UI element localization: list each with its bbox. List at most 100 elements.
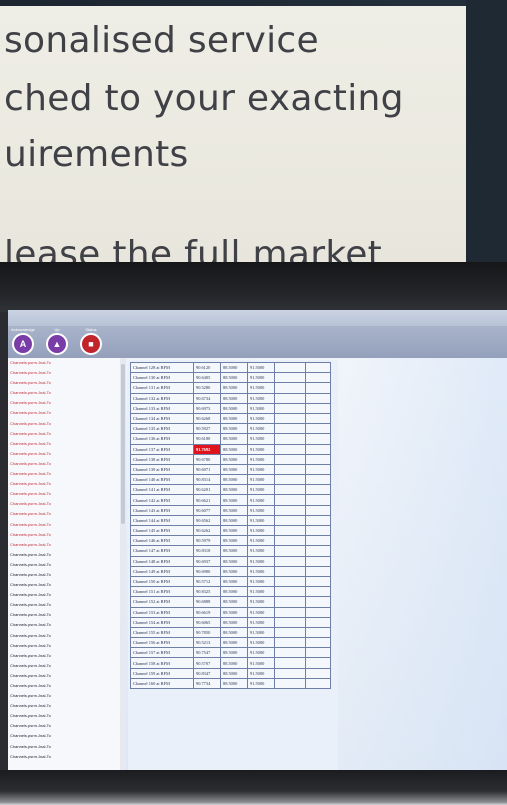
table-cell (305, 657, 331, 669)
sidebar-item[interactable]: Channels.psrm.Jnal-To (8, 620, 120, 630)
sidebar-item[interactable]: Channels.psrm.Jnal-To (8, 580, 120, 590)
table-row[interactable]: Channel 135 at RFM 90.5927 88.5000 91.5000 (130, 423, 331, 435)
table-row[interactable]: Channel 139 at RFM 90.6971 88.5000 91.5000 (130, 463, 331, 476)
table-cell: 90.8325 (193, 586, 221, 598)
table-row[interactable]: Channel 158 at RFM 90.5707 88.5000 91.5000 (130, 657, 331, 669)
channel-list-sidebar[interactable]: Channels.psrm.Jnal-To Channels.psrm.Jnal-… (8, 358, 121, 772)
sidebar-item[interactable]: Channels.psrm.Jnal-To (8, 449, 120, 459)
sidebar-item[interactable]: Channels.psrm.Jnal-To (8, 429, 120, 439)
table-row[interactable]: Channel 131 at RFM 90.5280 88.5000 91.5000 (130, 382, 331, 394)
table-row[interactable]: Channel 136 at RFM 90.6180 88.5000 91.5000 (130, 433, 331, 445)
table-cell (274, 596, 306, 608)
sidebar-item[interactable]: Channels.psrm.Jnal-To (8, 641, 120, 651)
status-button[interactable]: Status ■ (76, 327, 106, 357)
sidebar-item[interactable]: Channels.psrm.Jnal-To (8, 368, 120, 378)
table-row[interactable]: Channel 133 at RFM 90.6973 88.5000 91.5000 (130, 402, 331, 414)
sidebar-item[interactable]: Channels.psrm.Jnal-To (8, 378, 120, 388)
table-cell: 90.6262 (193, 524, 221, 537)
sidebar-item[interactable]: Channels.psrm.Jnal-To (8, 530, 120, 540)
table-cell: 91.5000 (247, 555, 275, 567)
sidebar-item[interactable]: Channels.psrm.Jnal-To (8, 408, 120, 418)
table-cell: 88.5000 (220, 402, 248, 414)
table-cell: 88.5000 (220, 616, 248, 628)
sidebar-item[interactable]: Channels.psrm.Jnal-To (8, 469, 120, 479)
table-row[interactable]: Channel 144 at RFM 90.6562 88.5000 91.5000 (130, 514, 331, 527)
sidebar-item[interactable]: Channels.psrm.Jnal-To (8, 459, 120, 469)
sidebar-item[interactable]: Channels.psrm.Jnal-To (8, 499, 120, 509)
table-row[interactable]: Channel 149 at RFM 90.6980 88.5000 91.5000 (130, 565, 331, 577)
up-button[interactable]: Up ▲ (42, 327, 72, 357)
table-row[interactable]: Channel 157 at RFM 90.7547 88.5000 91.5000 (130, 647, 331, 659)
table-cell: Channel 149 at RFM (130, 565, 194, 577)
sidebar-item[interactable]: Channels.psrm.Jnal-To (8, 419, 120, 429)
table-cell (305, 647, 331, 659)
sidebar-item[interactable]: Channels.psrm.Jnal-To (8, 560, 120, 570)
sidebar-item[interactable]: Channels.psrm.Jnal-To (8, 520, 120, 530)
sidebar-item[interactable]: Channels.psrm.Jnal-To (8, 610, 120, 620)
table-cell (305, 463, 331, 476)
sidebar-item[interactable]: Channels.psrm.Jnal-To (8, 691, 120, 701)
table-row[interactable]: Channel 134 at RFM 90.6268 88.5000 91.5000 (130, 412, 331, 425)
table-row[interactable]: Channel 130 at RFM 90.6405 88.5000 91.5000 (130, 372, 331, 384)
table-cell: 88.5000 (220, 626, 248, 639)
sidebar-item[interactable]: Channels.psrm.Jnal-To (8, 661, 120, 671)
table-row[interactable]: Channel 155 at RFM 90.7850 88.5000 91.5000 (130, 626, 331, 639)
sidebar-item[interactable]: Channels.psrm.Jnal-To (8, 752, 120, 762)
table-cell (305, 412, 331, 425)
table-cell (305, 596, 331, 608)
sidebar-item[interactable]: Channels.psrm.Jnal-To (8, 711, 120, 721)
table-row[interactable]: Channel 146 at RFM 90.5979 88.5000 91.5000 (130, 535, 331, 547)
table-row[interactable]: Channel 150 at RFM 90.5712 88.5000 91.5000 (130, 575, 331, 588)
table-cell: 88.5000 (220, 677, 248, 690)
table-cell: Channel 152 at RFM (130, 596, 194, 608)
table-cell: 91.5000 (247, 382, 275, 394)
table-row[interactable]: Channel 153 at RFM 90.6619 88.5000 91.5000 (130, 606, 331, 618)
table-row[interactable]: Channel 132 at RFM 90.6734 88.5000 91.5000 (130, 392, 331, 404)
table-row[interactable]: Channel 128 at RFM 90.6120 88.5000 91.5000 (130, 361, 331, 374)
table-row[interactable]: Channel 143 at RFM 90.6077 88.5000 91.5000 (130, 504, 331, 516)
sidebar-item[interactable]: Channels.psrm.Jnal-To (8, 631, 120, 641)
table-row[interactable]: Channel 152 at RFM 90.6888 88.5000 91.5000 (130, 596, 331, 608)
table-row[interactable]: Channel 137 at RFM 91.7692 88.5000 91.5000 (130, 443, 331, 455)
sidebar-item[interactable]: Channels.psrm.Jnal-To (8, 509, 120, 519)
sidebar-item[interactable]: Channels.psrm.Jnal-To (8, 681, 120, 691)
sidebar-item[interactable]: Channels.psrm.Jnal-To (8, 731, 120, 741)
table-row[interactable]: Channel 140 at RFM 90.8314 88.5000 91.5000 (130, 474, 331, 486)
sidebar-item[interactable]: Channels.psrm.Jnal-To (8, 570, 120, 580)
sidebar-item[interactable]: Channels.psrm.Jnal-To (8, 439, 120, 449)
sidebar-item[interactable]: Channels.psrm.Jnal-To (8, 590, 120, 600)
sidebar-item[interactable]: Channels.psrm.Jnal-To (8, 540, 120, 550)
table-cell: 88.5000 (220, 463, 248, 476)
table-row[interactable]: Channel 148 at RFM 90.6937 88.5000 91.5000 (130, 555, 331, 567)
sidebar-item[interactable]: Channels.psrm.Jnal-To (8, 651, 120, 661)
table-cell: 88.5000 (220, 606, 248, 618)
sidebar-item[interactable]: Channels.psrm.Jnal-To (8, 742, 120, 752)
sidebar-item[interactable]: Channels.psrm.Jnal-To (8, 489, 120, 499)
table-cell (305, 637, 331, 649)
sidebar-item[interactable]: Channels.psrm.Jnal-To (8, 479, 120, 489)
table-row[interactable]: Channel 147 at RFM 90.8318 88.5000 91.5000 (130, 545, 331, 557)
table-row[interactable]: Channel 145 at RFM 90.6262 88.5000 91.5000 (130, 524, 331, 537)
sidebar-item[interactable]: Channels.psrm.Jnal-To (8, 671, 120, 681)
sidebar-item[interactable]: Channels.psrm.Jnal-To (8, 388, 120, 398)
monitor-bezel-top (0, 262, 507, 312)
table-row[interactable]: Channel 160 at RFM 90.7734 88.5000 91.5000 (130, 677, 331, 690)
sidebar-item[interactable]: Channels.psrm.Jnal-To (8, 701, 120, 711)
acknowledge-button[interactable]: Acknowledge A (8, 327, 38, 357)
scrollbar-thumb[interactable] (121, 364, 125, 524)
table-cell (274, 677, 306, 690)
sidebar-item[interactable]: Channels.psrm.Jnal-To (8, 358, 120, 368)
table-row[interactable]: Channel 156 at RFM 90.5213 88.5000 91.5000 (130, 637, 331, 649)
sidebar-item[interactable]: Channels.psrm.Jnal-To (8, 721, 120, 731)
table-row[interactable]: Channel 141 at RFM 90.6201 88.5000 91.5000 (130, 484, 331, 496)
sidebar-item[interactable]: Channels.psrm.Jnal-To (8, 398, 120, 408)
table-row[interactable]: Channel 142 at RFM 90.6621 88.5000 91.5000 (130, 494, 331, 506)
sidebar-item[interactable]: Channels.psrm.Jnal-To (8, 600, 120, 610)
table-row[interactable]: Channel 138 at RFM 90.6780 88.5000 91.5000 (130, 453, 331, 465)
table-cell: 91.5000 (247, 586, 275, 598)
table-row[interactable]: Channel 154 at RFM 90.6065 88.5000 91.5000 (130, 616, 331, 628)
table-row[interactable]: Channel 159 at RFM 90.8347 88.5000 91.5000 (130, 667, 331, 679)
table-cell: 91.5000 (247, 392, 275, 404)
table-row[interactable]: Channel 151 at RFM 90.8325 88.5000 91.5000 (130, 586, 331, 598)
sidebar-item[interactable]: Channels.psrm.Jnal-To (8, 550, 120, 560)
